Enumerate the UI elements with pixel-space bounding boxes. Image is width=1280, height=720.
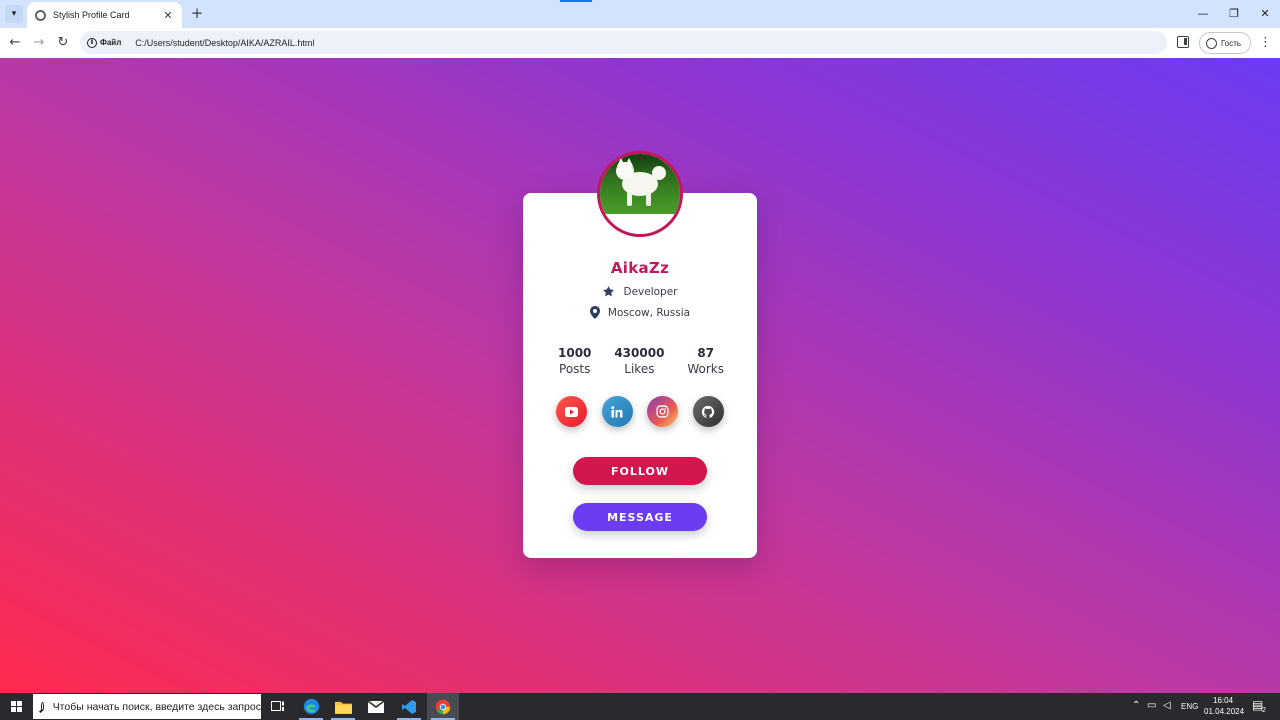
person-icon — [1206, 37, 1217, 49]
edge-icon — [303, 698, 319, 715]
info-icon[interactable]: i — [87, 37, 97, 48]
stat-works: 87 Works — [687, 346, 724, 376]
more-menu-icon[interactable]: ⋮ — [1259, 34, 1272, 52]
side-panel-icon[interactable] — [1177, 36, 1189, 48]
stat-label: Likes — [624, 362, 655, 376]
task-view-button[interactable] — [262, 693, 294, 720]
tab-search-chevron-icon[interactable]: ▾ — [5, 5, 23, 23]
vscode-button[interactable] — [393, 693, 425, 720]
site-info-chip[interactable]: Файл — [100, 38, 121, 47]
minimize-button[interactable]: — — [1193, 5, 1213, 23]
youtube-icon — [565, 406, 578, 417]
message-button[interactable]: MESSAGE — [573, 503, 707, 531]
mail-icon — [368, 700, 384, 713]
edge-button[interactable] — [295, 693, 327, 720]
profile-name: AikaZz — [610, 259, 670, 277]
start-button[interactable] — [0, 693, 32, 720]
chrome-button[interactable] — [427, 693, 459, 720]
volume-muted-icon[interactable]: ◁ — [1163, 700, 1171, 711]
new-tab-button[interactable]: + — [188, 5, 206, 23]
profile-button[interactable]: Гость — [1199, 32, 1251, 54]
forward-arrow-icon[interactable]: → — [30, 34, 48, 52]
stat-posts: 1000 Posts — [558, 346, 591, 376]
role-text: Developer — [623, 285, 678, 298]
tab-title: Stylish Profile Card — [53, 10, 130, 20]
map-pin-icon — [589, 306, 600, 319]
instagram-icon — [656, 405, 669, 418]
youtube-button[interactable] — [556, 396, 587, 427]
stat-label: Works — [687, 362, 724, 376]
stat-label: Posts — [559, 362, 591, 376]
browser-tab-bar: ▾ Stylish Profile Card ✕ + — ❐ ✕ — [0, 0, 1280, 28]
role-row: Developer — [523, 285, 757, 298]
search-placeholder: Чтобы начать поиск, введите здесь запрос — [52, 700, 261, 713]
browser-toolbar: ← → ↻ i Файл C:/Users/student/Desktop/AI… — [0, 28, 1280, 58]
follow-button[interactable]: FOLLOW — [573, 457, 707, 485]
tab-close-icon[interactable]: ✕ — [162, 9, 174, 22]
search-icon — [41, 702, 44, 711]
tab-strip-indicator — [560, 0, 592, 2]
chevron-up-icon[interactable]: ⌃ — [1132, 700, 1140, 711]
reload-icon[interactable]: ↻ — [54, 34, 72, 52]
page-background: AikaZz Developer Moscow, Russia 1000 Pos… — [0, 58, 1280, 693]
star-icon — [603, 286, 615, 297]
social-links — [556, 396, 724, 427]
globe-icon — [35, 9, 46, 21]
stat-value: 87 — [697, 346, 715, 360]
location-text: Moscow, Russia — [607, 306, 691, 319]
clock-time[interactable]: 16:04 — [1213, 696, 1233, 705]
profile-card: AikaZz Developer Moscow, Russia 1000 Pos… — [523, 151, 757, 558]
instagram-button[interactable] — [647, 396, 679, 427]
notification-count: 2 — [1262, 707, 1266, 714]
dog-photo — [600, 154, 680, 214]
stats-row: 1000 Posts 430000 Likes 87 Works — [558, 346, 724, 376]
profile-label: Гость — [1221, 38, 1242, 48]
github-icon — [702, 405, 715, 418]
url-text[interactable]: C:/Users/student/Desktop/AIKA/AZRAIL.htm… — [135, 38, 314, 48]
clock-date[interactable]: 01.04.2024 — [1204, 707, 1244, 716]
restore-button[interactable]: ❐ — [1224, 5, 1244, 23]
network-icon[interactable]: ▭ — [1147, 700, 1156, 711]
back-arrow-icon[interactable]: ← — [6, 34, 24, 52]
language-indicator[interactable]: ENG — [1181, 702, 1198, 711]
github-button[interactable] — [692, 396, 724, 427]
task-view-icon — [271, 700, 284, 711]
vscode-icon — [402, 699, 416, 714]
location-row: Moscow, Russia — [523, 306, 757, 319]
close-window-button[interactable]: ✕ — [1255, 5, 1275, 23]
browser-tab[interactable]: Stylish Profile Card ✕ — [27, 2, 182, 28]
file-explorer-button[interactable] — [327, 693, 359, 720]
chrome-icon — [435, 699, 451, 714]
stat-value: 430000 — [614, 346, 665, 360]
stat-value: 1000 — [558, 346, 592, 360]
address-bar[interactable]: i Файл C:/Users/student/Desktop/AIKA/AZR… — [80, 31, 1167, 54]
windows-logo-icon — [10, 701, 22, 712]
taskbar-search-input[interactable]: Чтобы начать поиск, введите здесь запрос — [33, 694, 261, 719]
taskbar: Чтобы начать поиск, введите здесь запрос — [0, 693, 1280, 720]
avatar — [597, 151, 683, 237]
linkedin-button[interactable] — [601, 396, 633, 427]
stat-likes: 430000 Likes — [614, 346, 664, 376]
file-explorer-icon — [334, 701, 352, 714]
mail-button[interactable] — [360, 693, 392, 720]
linkedin-icon — [611, 405, 623, 417]
